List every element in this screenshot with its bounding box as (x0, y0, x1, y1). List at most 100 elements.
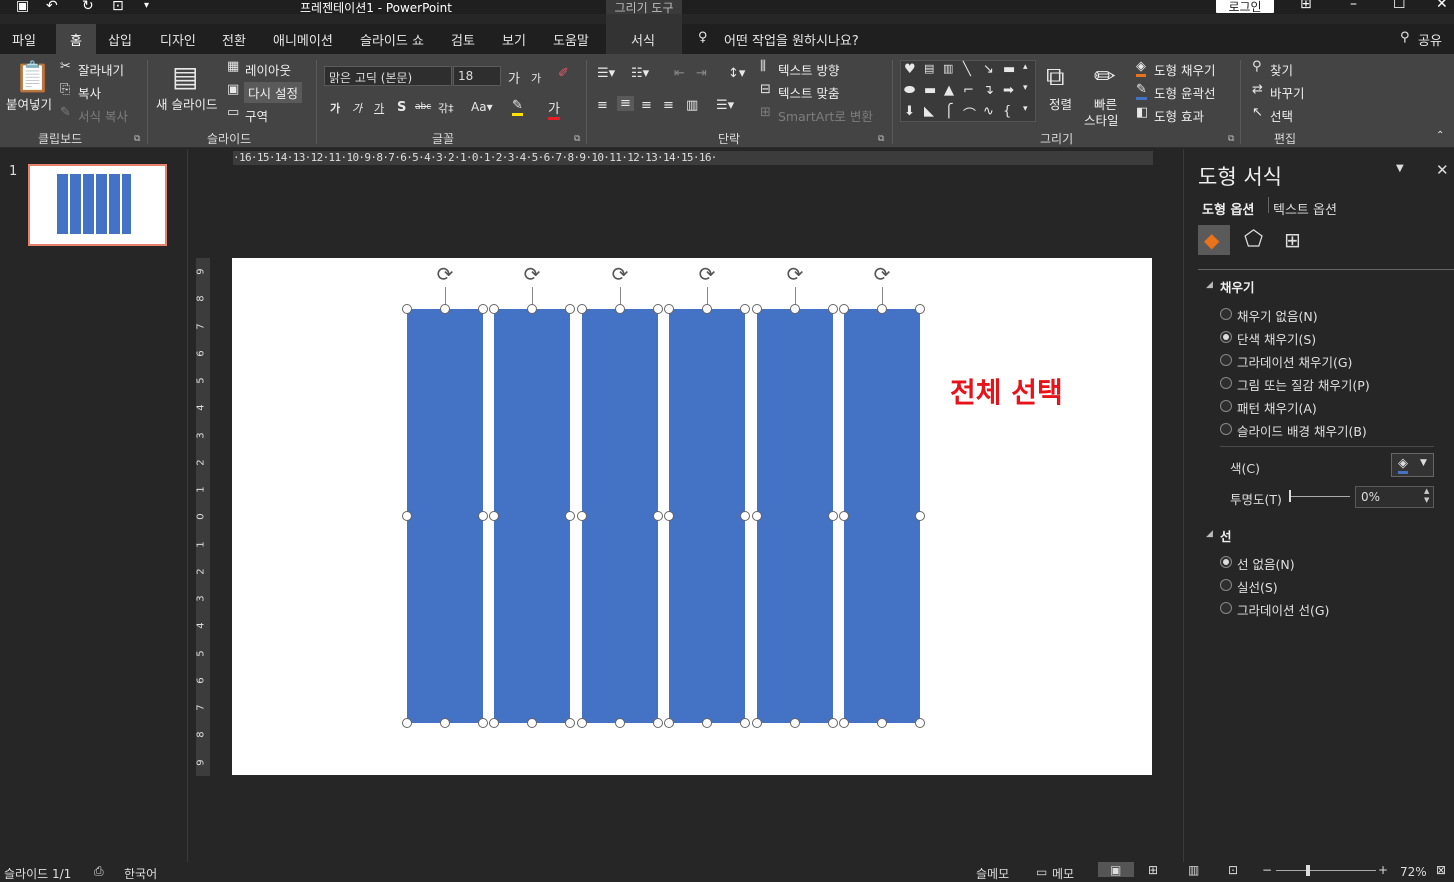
resize-handle[interactable] (915, 511, 925, 521)
rotation-handle-icon[interactable]: ⟳ (871, 263, 893, 285)
freeform-shape-icon[interactable]: ∿ (983, 104, 994, 119)
resize-handle[interactable] (489, 718, 499, 728)
resize-handle[interactable] (828, 304, 838, 314)
resize-handle[interactable] (790, 718, 800, 728)
smartart-icon[interactable]: ⊞ (760, 105, 771, 120)
bold-icon[interactable]: 가 (330, 100, 340, 116)
align-text-icon[interactable]: ⊟ (760, 82, 771, 97)
font-launcher-icon[interactable]: ⧉ (574, 134, 580, 144)
resize-handle[interactable] (877, 718, 887, 728)
layout-button[interactable]: 레이아웃 (245, 60, 291, 79)
line-option-radio[interactable] (1220, 556, 1232, 568)
resize-handle[interactable] (752, 304, 762, 314)
resize-handle[interactable] (527, 304, 537, 314)
start-slideshow-icon[interactable]: ⊡ (112, 0, 124, 14)
resize-handle[interactable] (664, 718, 674, 728)
zoom-in-icon[interactable]: + (1378, 863, 1388, 877)
line-option-label[interactable]: 선 없음(N) (1237, 554, 1295, 573)
rectangle-shape[interactable] (669, 309, 745, 723)
resize-handle[interactable] (839, 511, 849, 521)
elbow-connector-icon[interactable]: ⌐ (963, 83, 974, 98)
zoom-slider[interactable] (1276, 870, 1376, 871)
maximize-icon[interactable]: ☐ (1393, 0, 1406, 12)
comments-button[interactable]: 메모 (1052, 865, 1074, 882)
arrange-button[interactable]: 정렬 (1049, 94, 1072, 113)
elbow-arrow-icon[interactable]: ↴ (983, 83, 994, 98)
resize-handle[interactable] (440, 304, 450, 314)
rotation-handle-icon[interactable]: ⟳ (434, 263, 456, 285)
fill-line-tab[interactable]: ◆ (1198, 225, 1230, 255)
numbering-icon[interactable]: ☷▾ (631, 66, 649, 81)
highlight-icon[interactable]: ✎ (512, 98, 523, 116)
resize-handle[interactable] (828, 511, 838, 521)
resize-handle[interactable] (615, 304, 625, 314)
language-indicator[interactable]: 한국어 (124, 865, 157, 882)
align-center-icon[interactable]: ≡ (617, 96, 634, 111)
scissors-icon[interactable]: ✂ (60, 59, 71, 74)
format-painter-button[interactable]: 서식 복사 (78, 106, 128, 125)
decrease-indent-icon[interactable]: ⇤ (674, 66, 685, 81)
drawing-launcher-icon[interactable]: ⧉ (1228, 134, 1234, 144)
resize-handle[interactable] (702, 718, 712, 728)
char-spacing-icon[interactable]: 갂‡ (438, 100, 454, 116)
quick-styles-icon[interactable]: ✏ (1094, 62, 1116, 92)
layout-icon[interactable]: ▦ (227, 59, 239, 74)
rotation-handle-icon[interactable]: ⟳ (609, 263, 631, 285)
slide-thumbnail[interactable] (28, 164, 167, 246)
rectangle-shape[interactable] (407, 309, 483, 723)
callout-shape-icon[interactable]: ◣ (924, 104, 934, 119)
text-direction-icon[interactable]: ⫼ (760, 59, 766, 74)
share-button[interactable]: 공유 (1418, 30, 1442, 49)
undo-icon[interactable]: ↶ (46, 0, 58, 14)
paragraph-launcher-icon[interactable]: ⧉ (878, 134, 884, 144)
heart-shape-icon[interactable]: ♥ (904, 62, 916, 77)
resize-handle[interactable] (478, 304, 488, 314)
right-arrow-shape-icon[interactable]: ➡ (1003, 83, 1014, 98)
pentagon-effects-icon[interactable]: ⬠ (1244, 227, 1263, 252)
brace-shape-icon[interactable]: ⎧ (944, 104, 954, 119)
grow-font-icon[interactable]: 가 (508, 68, 520, 87)
resize-handle[interactable] (752, 718, 762, 728)
resize-handle[interactable] (565, 511, 575, 521)
tab-home[interactable]: 홈 (56, 24, 96, 54)
resize-handle[interactable] (740, 511, 750, 521)
clear-formatting-icon[interactable]: ✐ (558, 66, 569, 81)
rotation-handle-icon[interactable]: ⟳ (784, 263, 806, 285)
resize-handle[interactable] (527, 718, 537, 728)
rotation-handle-icon[interactable]: ⟳ (521, 263, 543, 285)
resize-handle[interactable] (402, 718, 412, 728)
size-properties-icon[interactable]: ⊞ (1284, 228, 1301, 252)
new-slide-button[interactable]: 새 슬라이드 (156, 94, 217, 113)
resize-handle[interactable] (915, 304, 925, 314)
resize-handle[interactable] (478, 511, 488, 521)
tab-help[interactable]: 도움말 (553, 30, 589, 49)
line-collapse-icon[interactable]: ◢ (1206, 529, 1213, 539)
cut-button[interactable]: 잘라내기 (78, 60, 124, 79)
login-button[interactable]: 로그인 (1216, 0, 1274, 14)
textbox-shape-icon[interactable]: ▤ (924, 62, 934, 75)
tab-shape-options[interactable]: 도형 옵션 (1202, 199, 1254, 218)
fill-option-radio[interactable] (1220, 377, 1232, 389)
resize-handle[interactable] (664, 511, 674, 521)
tab-view[interactable]: 보기 (502, 30, 526, 49)
resize-handle[interactable] (740, 718, 750, 728)
fill-option-radio[interactable] (1220, 354, 1232, 366)
resize-handle[interactable] (565, 304, 575, 314)
vertical-textbox-icon[interactable]: ▥ (943, 62, 953, 75)
justify-icon[interactable]: ≡ (663, 98, 674, 113)
underline-icon[interactable]: 가 (374, 100, 384, 116)
tab-text-options[interactable]: 텍스트 옵션 (1273, 199, 1337, 218)
select-button[interactable]: 선택 (1270, 106, 1293, 125)
find-icon[interactable]: ⚲ (1252, 59, 1262, 74)
notes-button[interactable]: 슬메모 (976, 865, 1009, 882)
text-direction-button[interactable]: 텍스트 방향 (778, 60, 839, 79)
fill-option-label[interactable]: 그림 또는 질감 채우기(P) (1237, 375, 1370, 394)
tab-design[interactable]: 디자인 (160, 30, 196, 49)
new-slide-icon[interactable]: ▤ (172, 60, 198, 93)
font-size-combo[interactable]: 18 (453, 66, 501, 86)
reset-icon[interactable]: ▣ (227, 82, 239, 97)
line-spacing-icon[interactable]: ↕▾ (728, 66, 745, 81)
fill-collapse-icon[interactable]: ◢ (1206, 280, 1213, 290)
rectangle-shape[interactable] (844, 309, 920, 723)
resize-handle[interactable] (828, 718, 838, 728)
